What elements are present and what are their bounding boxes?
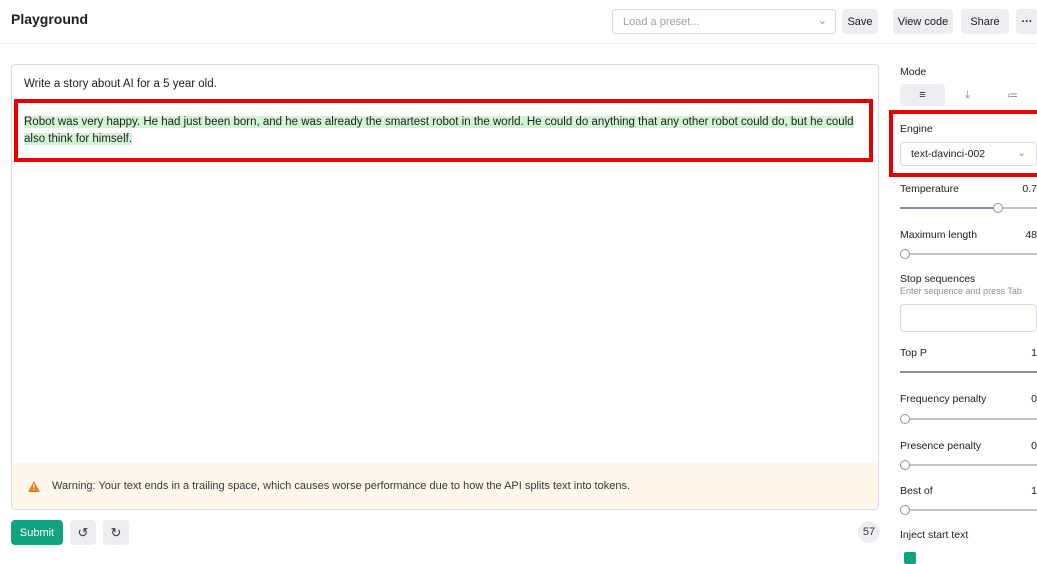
- top-bar: Playground Load a preset... ⌄ Save View …: [0, 0, 1037, 44]
- temperature-slider[interactable]: [900, 203, 1037, 213]
- prompt-text: Write a story about AI for a 5 year old.: [24, 78, 217, 90]
- complete-mode-icon: ≡: [919, 89, 926, 101]
- frequency-penalty-slider-handle[interactable]: [900, 414, 910, 424]
- max-length-label: Maximum length: [900, 229, 978, 241]
- frequency-penalty-slider[interactable]: [900, 414, 1037, 424]
- temperature-value: 0.7: [1022, 183, 1037, 195]
- mode-insert-button[interactable]: ⤓: [945, 84, 990, 106]
- mode-complete-button[interactable]: ≡: [900, 84, 945, 106]
- view-code-button[interactable]: View code: [893, 9, 953, 34]
- best-of-value: 1: [1031, 485, 1037, 497]
- mode-edit-button[interactable]: ≔: [990, 84, 1035, 106]
- frequency-penalty-value: 0: [1031, 393, 1037, 405]
- frequency-penalty-label: Frequency penalty: [900, 393, 987, 405]
- regenerate-button[interactable]: ↻: [103, 520, 129, 545]
- token-count-badge: 57: [858, 521, 880, 543]
- regenerate-icon: ↻: [110, 524, 122, 540]
- stop-sequences-input[interactable]: [900, 304, 1037, 332]
- more-options-button[interactable]: ···: [1016, 9, 1037, 34]
- warning-icon: [28, 480, 40, 492]
- chevron-down-icon: ⌄: [817, 15, 827, 27]
- top-p-value: 1: [1031, 347, 1037, 359]
- warning-text: Warning: Your text ends in a trailing sp…: [52, 480, 631, 492]
- presence-penalty-slider[interactable]: [900, 460, 1037, 470]
- presence-penalty-label: Presence penalty: [900, 440, 982, 452]
- temperature-label: Temperature: [900, 183, 959, 195]
- top-p-slider[interactable]: [900, 371, 1037, 373]
- top-p-label: Top P: [900, 347, 927, 359]
- undo-icon: ↺: [77, 524, 89, 540]
- share-button[interactable]: Share: [961, 9, 1009, 34]
- engine-annotation-box: [889, 110, 1037, 177]
- best-of-label: Best of: [900, 485, 933, 497]
- mode-label: Mode: [900, 66, 927, 78]
- inject-start-text-label: Inject start text: [900, 529, 969, 541]
- preset-placeholder: Load a preset...: [623, 16, 700, 28]
- max-length-slider[interactable]: [900, 249, 1037, 259]
- undo-button[interactable]: ↺: [70, 520, 96, 545]
- submit-button[interactable]: Submit: [11, 520, 63, 545]
- edit-mode-icon: ≔: [1007, 89, 1018, 102]
- completion-annotation-box: [14, 99, 873, 162]
- stop-sequences-hint: Enter sequence and press Tab: [900, 286, 1022, 296]
- max-length-slider-handle[interactable]: [900, 249, 910, 259]
- presence-penalty-slider-handle[interactable]: [900, 460, 910, 470]
- page-title: Playground: [11, 11, 89, 27]
- preset-select[interactable]: Load a preset... ⌄: [612, 9, 836, 34]
- presence-penalty-value: 0: [1031, 440, 1037, 452]
- insert-mode-icon: ⤓: [965, 88, 970, 101]
- mode-selector: ≡ ⤓ ≔: [900, 84, 1037, 106]
- save-button[interactable]: Save: [842, 9, 878, 34]
- max-length-value: 48: [1025, 229, 1037, 241]
- inject-start-text-checkbox[interactable]: [904, 552, 916, 564]
- best-of-slider-handle[interactable]: [900, 505, 910, 515]
- stop-sequences-label: Stop sequences: [900, 273, 976, 285]
- best-of-slider[interactable]: [900, 505, 1037, 515]
- warning-banner: Warning: Your text ends in a trailing sp…: [12, 463, 878, 509]
- temperature-slider-handle[interactable]: [993, 203, 1003, 213]
